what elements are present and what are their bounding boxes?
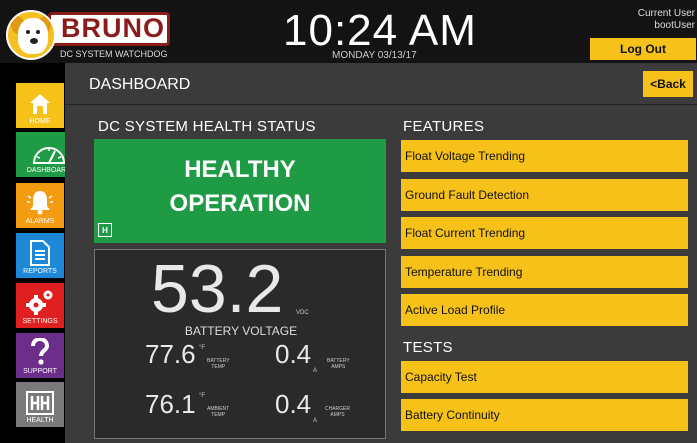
battery-temp-label: BATTERY TEMP bbox=[207, 358, 230, 370]
sidebar-item-health[interactable]: HEALTH bbox=[16, 382, 64, 427]
current-user: Current User bootUser bbox=[638, 8, 695, 32]
battery-amps-value: 0.4 bbox=[275, 339, 312, 369]
sidebar: HOME DASHBOARD ALARMS REPORTS SETTINGS S… bbox=[0, 63, 82, 443]
health-section-title: DC SYSTEM HEALTH STATUS bbox=[98, 118, 316, 135]
username: bootUser bbox=[654, 20, 695, 31]
battery-voltage-unit: VDC bbox=[296, 310, 309, 316]
brand-subtitle: DC SYSTEM WATCHDOG bbox=[60, 49, 168, 59]
logo: BRUNO DC SYSTEM WATCHDOG bbox=[0, 0, 175, 63]
charger-amps-label: CHARGER AMPS bbox=[325, 406, 351, 418]
feature-float-voltage-trending[interactable]: Float Voltage Trending bbox=[401, 140, 688, 172]
main-panel: DASHBOARD <Back DC SYSTEM HEALTH STATUS … bbox=[65, 63, 697, 443]
sidebar-item-support[interactable]: SUPPORT bbox=[16, 333, 64, 378]
health-status-panel: HEALTHY OPERATION H bbox=[94, 139, 386, 243]
back-button[interactable]: <Back bbox=[643, 71, 693, 97]
battery-amps-label: BATTERY AMPS bbox=[327, 358, 350, 370]
ambient-temp-label: AMBIENT TEMP bbox=[207, 406, 230, 418]
brand-box: BRUNO bbox=[48, 12, 170, 46]
battery-voltage-value: 53.2 bbox=[151, 251, 284, 327]
feature-float-current-trending[interactable]: Float Current Trending bbox=[401, 217, 688, 249]
divider bbox=[65, 104, 697, 105]
gauge-icon bbox=[32, 147, 66, 164]
sidebar-item-settings[interactable]: SETTINGS bbox=[16, 283, 64, 328]
battery-temp-unit: °F bbox=[199, 345, 206, 351]
sidebar-item-home[interactable]: HOME bbox=[16, 83, 64, 128]
charger-amps-value: 0.4 bbox=[275, 389, 312, 419]
sidebar-item-alarms[interactable]: ALARMS bbox=[16, 183, 64, 228]
clock-time: 10:24 AM bbox=[283, 6, 477, 55]
ambient-temp-value: 76.1 bbox=[145, 389, 196, 419]
home-icon bbox=[30, 94, 50, 114]
sidebar-item-label: SETTINGS bbox=[22, 318, 58, 325]
gears-icon bbox=[26, 290, 53, 315]
sidebar-item-label: SUPPORT bbox=[23, 368, 57, 375]
health-status-line2: OPERATION bbox=[169, 190, 311, 217]
voltage-panel: 53.2 VDC BATTERY VOLTAGE 77.6 °F BATTERY… bbox=[94, 249, 386, 439]
sidebar-item-label: REPORTS bbox=[23, 268, 57, 275]
health-badge-icon: H bbox=[98, 223, 112, 237]
features-title: FEATURES bbox=[403, 118, 485, 135]
document-icon bbox=[30, 240, 50, 266]
feature-ground-fault-detection[interactable]: Ground Fault Detection bbox=[401, 179, 688, 211]
charger-amps-unit: A bbox=[313, 418, 318, 424]
bell-icon bbox=[27, 191, 53, 215]
battery-voltage-label: BATTERY VOLTAGE bbox=[184, 324, 298, 338]
logout-button[interactable]: Log Out bbox=[590, 38, 696, 60]
test-capacity[interactable]: Capacity Test bbox=[401, 361, 688, 393]
feature-temperature-trending[interactable]: Temperature Trending bbox=[401, 256, 688, 288]
clock-date: MONDAY 03/13/17 bbox=[332, 50, 417, 61]
sidebar-item-label: ALARMS bbox=[25, 218, 55, 225]
sidebar-item-reports[interactable]: REPORTS bbox=[16, 233, 64, 278]
ambient-temp-unit: °F bbox=[199, 393, 206, 399]
feature-active-load-profile[interactable]: Active Load Profile bbox=[401, 294, 688, 326]
question-icon bbox=[31, 338, 50, 365]
sidebar-item-label: HEALTH bbox=[26, 417, 54, 424]
brand-name: BRUNO bbox=[61, 13, 165, 43]
battery-amps-unit: A bbox=[313, 368, 318, 374]
health-icon bbox=[26, 391, 54, 415]
top-bar: BRUNO DC SYSTEM WATCHDOG 10:24 AM MONDAY… bbox=[0, 0, 697, 63]
tests-title: TESTS bbox=[403, 339, 453, 356]
current-user-label: Current User bbox=[637, 8, 695, 19]
battery-temp-value: 77.6 bbox=[145, 339, 196, 369]
sidebar-item-label: HOME bbox=[29, 118, 51, 125]
dog-mascot-icon bbox=[6, 10, 56, 60]
test-battery-continuity[interactable]: Battery Continuity bbox=[401, 399, 688, 431]
page-title: DASHBOARD bbox=[89, 76, 191, 93]
health-status-line1: HEALTHY bbox=[184, 156, 296, 183]
